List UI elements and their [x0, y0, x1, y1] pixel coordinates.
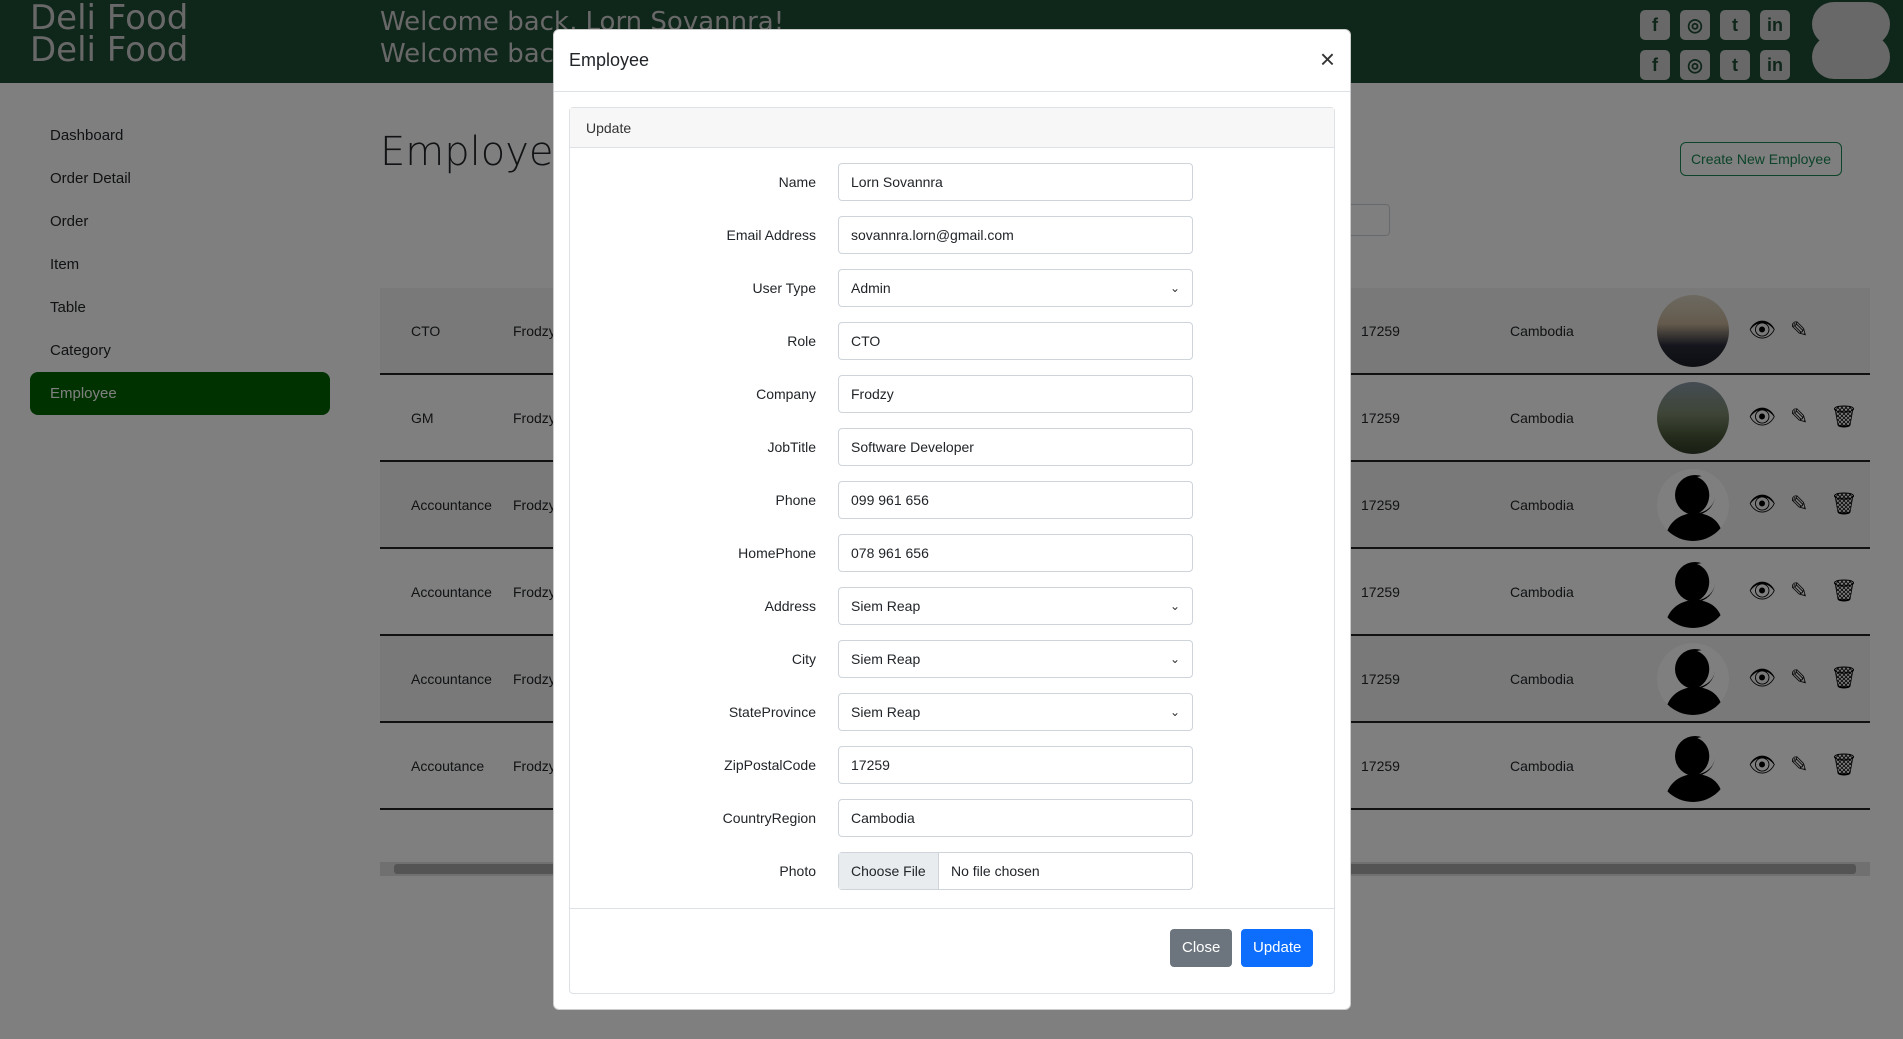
user-type-row: User Type Admin ⌄: [570, 269, 1336, 307]
country-row: CountryRegion Cambodia: [570, 799, 1336, 837]
user-type-select[interactable]: Admin ⌄: [838, 269, 1193, 307]
jobtitle-row: JobTitle Software Developer: [570, 428, 1336, 466]
card-footer: [570, 908, 1334, 909]
chevron-down-icon: ⌄: [1169, 599, 1180, 613]
email-row: Email Address sovannra.lorn@gmail.com: [570, 216, 1336, 254]
modal-title: Employee: [569, 50, 650, 70]
phone-field[interactable]: 099 961 656: [838, 481, 1193, 519]
chevron-down-icon: ⌄: [1169, 705, 1180, 719]
photo-file-input[interactable]: Choose File No file chosen: [838, 852, 1193, 890]
zip-field[interactable]: 17259: [838, 746, 1193, 784]
user-type-label: User Type: [752, 280, 816, 296]
zip-label: ZipPostalCode: [724, 757, 816, 773]
chevron-down-icon: ⌄: [1169, 652, 1180, 666]
homephone-row: HomePhone 078 961 656: [570, 534, 1336, 572]
company-field[interactable]: Frodzy: [838, 375, 1193, 413]
city-select[interactable]: Siem Reap ⌄: [838, 640, 1193, 678]
city-value: Siem Reap: [851, 651, 921, 667]
address-select[interactable]: Siem Reap ⌄: [838, 587, 1193, 625]
address-row: Address Siem Reap ⌄: [570, 587, 1336, 625]
state-value: Siem Reap: [851, 704, 921, 720]
zip-row: ZipPostalCode 17259: [570, 746, 1336, 784]
role-field[interactable]: CTO: [838, 322, 1193, 360]
chevron-down-icon: ⌄: [1169, 281, 1180, 295]
state-label: StateProvince: [728, 704, 816, 720]
photo-row: Photo Choose File No file chosen: [570, 852, 1336, 890]
email-field[interactable]: sovannra.lorn@gmail.com: [838, 216, 1193, 254]
name-row: Name Lorn Sovannra: [570, 163, 1336, 201]
jobtitle-field[interactable]: Software Developer: [838, 428, 1193, 466]
name-label: Name: [778, 174, 816, 190]
state-select[interactable]: Siem Reap ⌄: [838, 693, 1193, 731]
phone-label: Phone: [775, 492, 816, 508]
address-label: Address: [764, 598, 816, 614]
choose-file-button[interactable]: Choose File: [839, 853, 939, 889]
modal-header: Employee ×: [554, 30, 1350, 92]
homephone-field[interactable]: 078 961 656: [838, 534, 1193, 572]
homephone-label: HomePhone: [738, 545, 816, 561]
update-card: Update Name Lorn Sovannra Email Address …: [569, 107, 1335, 994]
address-value: Siem Reap: [851, 598, 921, 614]
name-field[interactable]: Lorn Sovannra: [838, 163, 1193, 201]
file-status: No file chosen: [951, 863, 1040, 879]
city-row: City Siem Reap ⌄: [570, 640, 1336, 678]
employee-modal: Employee × Update Name Lorn Sovannra Ema…: [553, 29, 1351, 1010]
company-label: Company: [756, 386, 816, 402]
country-label: CountryRegion: [722, 810, 816, 826]
email-label: Email Address: [726, 227, 816, 243]
role-row: Role CTO: [570, 322, 1336, 360]
company-row: Company Frodzy: [570, 375, 1336, 413]
role-label: Role: [787, 333, 816, 349]
phone-row: Phone 099 961 656: [570, 481, 1336, 519]
photo-label: Photo: [779, 863, 816, 879]
close-button[interactable]: Close: [1170, 929, 1233, 967]
update-button[interactable]: Update: [1241, 929, 1314, 967]
country-field[interactable]: Cambodia: [838, 799, 1193, 837]
city-label: City: [791, 651, 816, 667]
user-type-value: Admin: [851, 280, 891, 296]
close-icon[interactable]: ×: [1320, 46, 1335, 72]
card-header: Update: [570, 108, 1334, 148]
state-row: StateProvince Siem Reap ⌄: [570, 693, 1336, 731]
jobtitle-label: JobTitle: [767, 439, 816, 455]
